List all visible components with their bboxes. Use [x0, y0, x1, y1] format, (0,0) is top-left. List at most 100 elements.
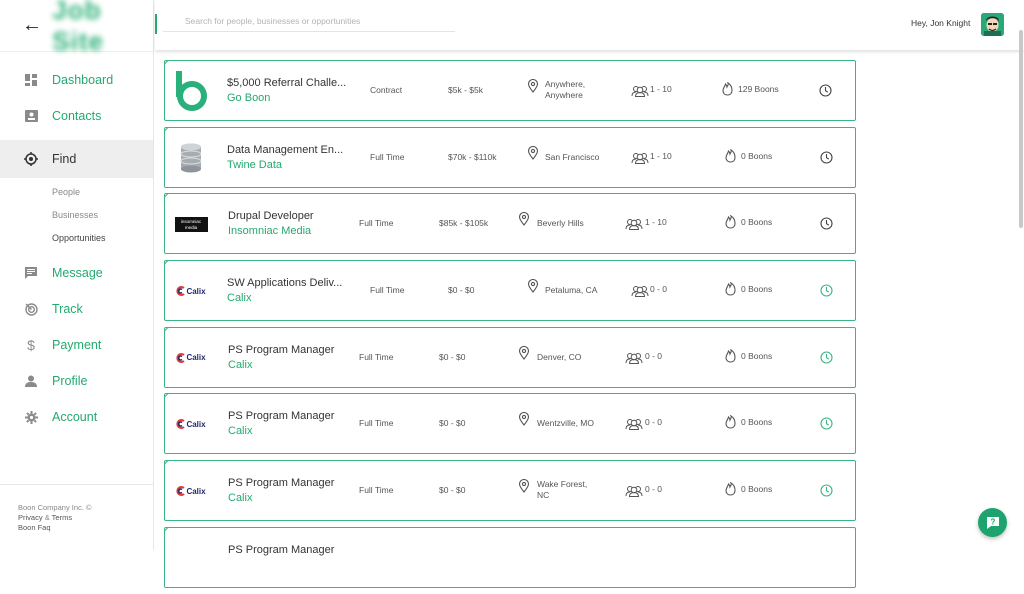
company-size: 0 - 0	[645, 484, 663, 495]
company-name[interactable]: Calix	[227, 292, 251, 304]
company-name[interactable]: Go Boon	[227, 92, 270, 104]
opportunity-title[interactable]: PS Program Manager	[228, 410, 353, 422]
help-chat-button[interactable]: ?	[978, 508, 1007, 537]
people-icon	[631, 151, 649, 164]
opportunity-title[interactable]: PS Program Manager	[228, 344, 353, 356]
calix-logo: Calix	[173, 404, 209, 444]
opportunity-card[interactable]: Calix SW Applications Deliv... Calix Full T…	[164, 260, 856, 322]
location-text: San Francisco	[545, 151, 600, 162]
sidebar-sub-opportunities[interactable]: Opportunities	[0, 226, 153, 249]
calix-logo: Calix	[173, 271, 209, 311]
calix-logo-text: Calix	[186, 353, 206, 363]
opportunity-title[interactable]: $5,000 Referral Challe...	[227, 77, 352, 89]
top-bar: Hey, Jon Knight	[155, 0, 1024, 50]
opportunity-card[interactable]: PS Program Manager	[164, 526, 856, 588]
location-text: Wake Forest, NC	[537, 479, 588, 501]
calix-logo: Calix	[173, 338, 209, 378]
user-greeting: Hey, Jon Knight	[911, 18, 971, 28]
app-logo[interactable]: Job Site	[52, 0, 153, 57]
calix-logo-text: Calix	[186, 286, 206, 296]
help-icon: ?	[986, 516, 999, 529]
location-pin-icon	[518, 345, 530, 360]
opportunity-card[interactable]: $5,000 Referral Challe... Go Boon Contract…	[164, 60, 856, 121]
opportunity-card[interactable]: Calix PS Program Manager Calix Full Time $0 …	[164, 326, 856, 388]
clock-icon[interactable]	[820, 217, 833, 230]
sidebar-item-contacts[interactable]: Contacts	[0, 98, 153, 134]
boons-count: 0 Boons	[741, 284, 773, 295]
opportunity-title[interactable]: Drupal Developer	[228, 210, 353, 222]
sidebar-item-track[interactable]: Track	[0, 291, 153, 327]
company-name[interactable]: Calix	[228, 425, 252, 437]
contacts-icon	[24, 109, 38, 123]
message-icon	[24, 266, 38, 280]
sidebar-item-profile[interactable]: Profile	[0, 363, 153, 399]
back-arrow-icon[interactable]: ←	[22, 14, 42, 37]
job-type: Contract	[370, 85, 403, 95]
card-corner-mark	[165, 128, 175, 138]
sidebar-sub-people[interactable]: People	[0, 180, 153, 203]
company-size: 1 - 10	[645, 217, 667, 228]
company-name[interactable]: Insomniac Media	[228, 225, 311, 237]
clock-icon[interactable]	[819, 84, 832, 97]
fire-icon	[725, 281, 736, 296]
sidebar-item-payment[interactable]: $ Payment	[0, 327, 153, 363]
clock-icon[interactable]	[820, 151, 833, 164]
location-text: Denver, CO	[537, 351, 582, 362]
company-size: 1 - 10	[650, 150, 672, 161]
sidebar-item-label: Dashboard	[52, 73, 114, 87]
location-pin-icon	[518, 412, 530, 427]
pay-range: $70k - $110k	[448, 151, 497, 162]
company-name[interactable]: Calix	[228, 492, 252, 504]
goboon-logo	[173, 71, 209, 111]
fire-icon	[725, 348, 736, 363]
sidebar-sub-businesses[interactable]: Businesses	[0, 203, 153, 226]
card-corner-mark	[165, 261, 175, 271]
clock-icon[interactable]	[820, 484, 833, 497]
fire-icon	[725, 214, 736, 229]
location-text: Beverly Hills	[537, 218, 584, 229]
card-corner-mark	[165, 194, 175, 204]
company-name[interactable]: Calix	[228, 359, 252, 371]
fire-icon	[725, 414, 736, 429]
opportunity-title[interactable]: PS Program Manager	[228, 477, 353, 489]
company-size: 0 - 0	[645, 417, 663, 428]
people-icon	[625, 351, 643, 364]
boons-count: 0 Boons	[741, 417, 773, 428]
sidebar-item-find[interactable]: Find	[0, 140, 153, 178]
card-corner-mark	[165, 461, 175, 471]
page-scrollbar[interactable]	[1019, 30, 1023, 228]
sidebar-item-message[interactable]: Message	[0, 255, 153, 291]
opportunity-card[interactable]: Data Management En... Twine Data Full Time…	[164, 126, 856, 188]
boons-count: 0 Boons	[741, 217, 773, 228]
clock-icon[interactable]	[820, 284, 833, 297]
opportunity-card[interactable]: Calix PS Program Manager Calix Full Time $0 …	[164, 460, 856, 522]
sidebar-item-label: Track	[52, 302, 83, 316]
avatar[interactable]	[981, 13, 1004, 36]
opportunity-card[interactable]: insomniac media Drupal Developer Insomniac…	[164, 193, 856, 255]
terms-link[interactable]: Terms	[52, 513, 72, 522]
location-pin-icon	[527, 145, 539, 160]
sidebar-item-dashboard[interactable]: Dashboard	[0, 62, 153, 98]
pay-range: $0 - $0	[439, 485, 466, 496]
opportunity-title[interactable]: Data Management En...	[227, 144, 352, 156]
card-corner-mark	[165, 528, 175, 538]
company-size: 1 - 10	[650, 84, 672, 94]
faq-link[interactable]: Boon Faq	[18, 523, 153, 533]
opportunity-list: $5,000 Referral Challe... Go Boon Contract…	[164, 60, 856, 594]
privacy-link[interactable]: Privacy	[18, 513, 43, 522]
company-name[interactable]: Twine Data	[227, 159, 282, 171]
boons-count: 129 Boons	[738, 84, 779, 94]
database-logo	[173, 138, 209, 178]
job-type: Full Time	[359, 418, 394, 429]
gear-icon	[24, 410, 38, 424]
fire-icon	[725, 148, 736, 163]
opportunity-card[interactable]: Calix PS Program Manager Calix Full Time $0 …	[164, 393, 856, 455]
sidebar-item-account[interactable]: Account	[0, 399, 153, 435]
clock-icon[interactable]	[820, 351, 833, 364]
sidebar-item-label: Profile	[52, 374, 88, 388]
search-input[interactable]	[163, 10, 455, 32]
opportunity-title[interactable]: SW Applications Deliv...	[227, 277, 352, 289]
calix-logo: Calix	[173, 471, 209, 511]
amp-text: &	[44, 513, 50, 522]
clock-icon[interactable]	[820, 417, 833, 430]
